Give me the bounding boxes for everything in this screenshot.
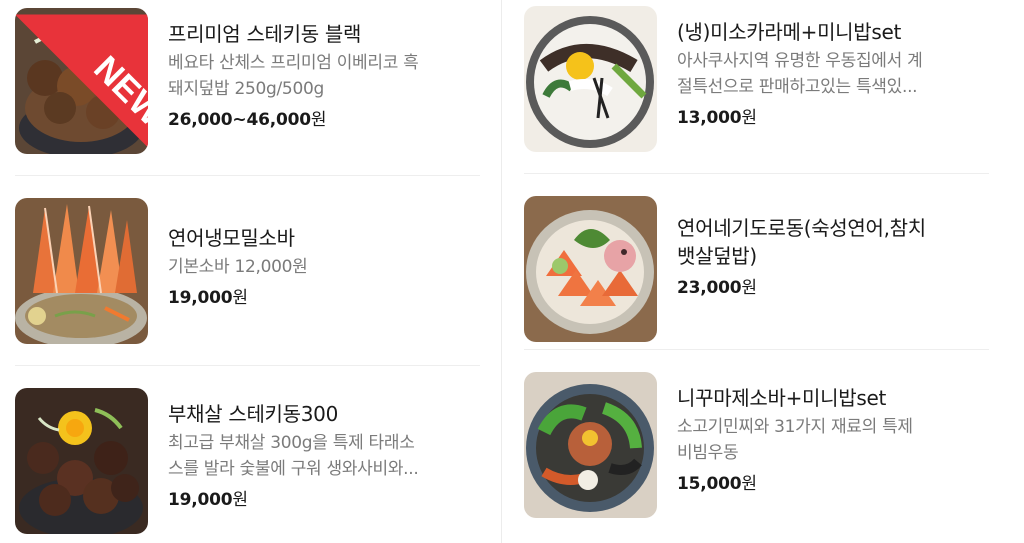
menu-column-left: NEW 프리미엄 스테키동 블랙 베요타 산체스 프리미엄 이베리코 흑 돼지덮… [0,0,500,543]
description-line: 베요타 산체스 프리미엄 이베리코 흑 [168,53,419,73]
menu-item-image [524,196,657,342]
description-line: 소고기민찌와 31가지 재료의 특제 [677,417,913,437]
menu-item-info: 연어냉모밀소바 기본소바 12,000원 19,000원 [168,224,488,310]
menu-item-name: 부채살 스테키동300 [168,402,339,426]
menu-item[interactable]: (냉)미소카라메+미니밥set 아사쿠사지역 유명한 우동집에서 계 절특선으로… [508,6,1024,156]
menu-item-price: 23,000원 [677,278,757,298]
menu-item[interactable]: 니꾸마제소바+미니밥set 소고기민찌와 31가지 재료의 특제 비빔우동 15… [508,372,1024,522]
row-divider [15,175,480,176]
menu-item-info: 연어네기도로동(숙성연어,참치 뱃살덮밥) 23,000원 [677,214,997,300]
menu-item-info: 프리미엄 스테키동 블랙 베요타 산체스 프리미엄 이베리코 흑 돼지덮밥 25… [168,20,488,132]
menu-item-image [524,372,657,518]
menu-item-price: 13,000원 [677,108,757,128]
menu-item-price: 19,000원 [168,490,248,510]
menu-item-price: 19,000원 [168,288,248,308]
row-divider [524,349,989,350]
description-line: 최고급 부채살 300g을 특제 타래소 [168,433,415,453]
menu-item-price: 15,000원 [677,474,757,494]
menu-item-name: 연어네기도로동(숙성연어,참치 뱃살덮밥) [677,214,997,270]
menu-item-name: 연어냉모밀소바 [168,226,295,250]
menu-item-description: 소고기민찌와 31가지 재료의 특제 비빔우동 [677,414,997,466]
menu-item-info: 부채살 스테키동300 최고급 부채살 300g을 특제 타래소 스를 발라 숯… [168,400,488,512]
menu-item-image [15,198,148,344]
menu-item-image: NEW [15,8,148,154]
menu-item[interactable]: 연어네기도로동(숙성연어,참치 뱃살덮밥) 23,000원 [508,196,1024,346]
menu-item-price: 26,000~46,000원 [168,110,327,130]
menu-item-description: 기본소바 12,000원 [168,254,488,280]
description-line: 돼지덮밥 250g/500g [168,79,324,99]
column-divider [501,0,502,543]
row-divider [15,365,480,366]
menu-item[interactable]: NEW 프리미엄 스테키동 블랙 베요타 산체스 프리미엄 이베리코 흑 돼지덮… [0,8,500,158]
name-line: 연어네기도로동(숙성연어,참치 [677,216,926,240]
row-divider [524,173,989,174]
menu-item[interactable]: 부채살 스테키동300 최고급 부채살 300g을 특제 타래소 스를 발라 숯… [0,388,500,538]
menu-item-name: (냉)미소카라메+미니밥set [677,20,902,44]
description-line: 스를 발라 숯불에 구워 생와사비와... [168,459,419,479]
menu-item-description: 아사쿠사지역 유명한 우동집에서 계 절특선으로 판매하고있는 특색있... [677,48,997,100]
new-badge: NEW [15,14,148,148]
menu-item-image [15,388,148,534]
description-line: 비빔우동 [677,443,739,463]
menu-item-name: 니꾸마제소바+미니밥set [677,386,887,410]
menu-item[interactable]: 연어냉모밀소바 기본소바 12,000원 19,000원 [0,198,500,348]
description-line: 아사쿠사지역 유명한 우동집에서 계 [677,51,923,71]
menu-column-right: (냉)미소카라메+미니밥set 아사쿠사지역 유명한 우동집에서 계 절특선으로… [508,0,1024,543]
menu-item-info: (냉)미소카라메+미니밥set 아사쿠사지역 유명한 우동집에서 계 절특선으로… [677,18,997,130]
menu-item-image [524,6,657,152]
menu-item-name: 프리미엄 스테키동 블랙 [168,22,362,46]
description-line: 기본소바 12,000원 [168,257,308,277]
description-line: 절특선으로 판매하고있는 특색있... [677,77,918,97]
menu-item-description: 최고급 부채살 300g을 특제 타래소 스를 발라 숯불에 구워 생와사비와.… [168,430,488,482]
menu-item-info: 니꾸마제소바+미니밥set 소고기민찌와 31가지 재료의 특제 비빔우동 15… [677,384,997,496]
menu-item-description: 베요타 산체스 프리미엄 이베리코 흑 돼지덮밥 250g/500g [168,50,488,102]
name-line: 뱃살덮밥) [677,244,757,268]
